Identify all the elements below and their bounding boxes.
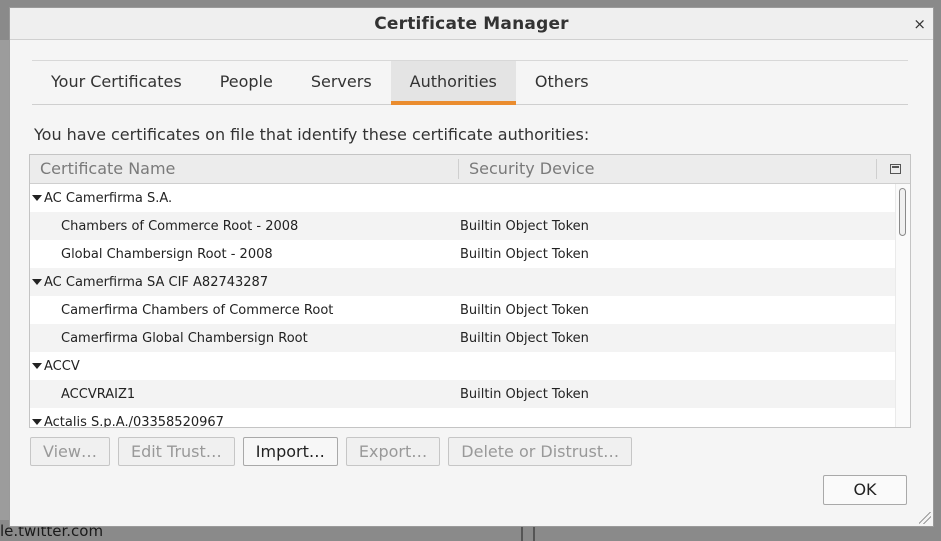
scrollbar-thumb[interactable] — [899, 188, 906, 236]
tree-row-device: Builtin Object Token — [460, 218, 589, 234]
tree-row[interactable]: Camerfirma Global Chambersign Root Built… — [30, 324, 896, 352]
delete-or-distrust-button[interactable]: Delete or Distrust… — [448, 437, 633, 466]
twisty-expanded-icon[interactable] — [32, 278, 42, 285]
tree-row-device: Builtin Object Token — [460, 246, 589, 262]
tree-row-name: Chambers of Commerce Root - 2008 — [61, 218, 299, 234]
tree-row[interactable]: Chambers of Commerce Root - 2008 Builtin… — [30, 212, 896, 240]
edit-trust-button[interactable]: Edit Trust… — [117, 437, 235, 466]
twisty-expanded-icon[interactable] — [32, 194, 42, 201]
tree-row-device: Builtin Object Token — [460, 386, 589, 402]
dialog-titlebar[interactable]: Certificate Manager × — [10, 8, 933, 40]
column-header-security-device[interactable]: Security Device — [459, 159, 877, 179]
view-button[interactable]: View… — [30, 437, 110, 466]
tree-row-device: Builtin Object Token — [460, 302, 589, 318]
column-picker-icon[interactable] — [890, 164, 901, 174]
tree-row-name: AC Camerfirma SA CIF A82743287 — [44, 274, 269, 290]
tree-row[interactable]: Global Chambersign Root - 2008 Builtin O… — [30, 240, 896, 268]
tree-row[interactable]: Camerfirma Chambers of Commerce Root Bui… — [30, 296, 896, 324]
background-divider — [533, 527, 535, 541]
close-icon[interactable]: × — [913, 15, 926, 33]
resize-grip-icon[interactable] — [919, 512, 931, 524]
import-button[interactable]: Import… — [242, 437, 338, 466]
twisty-expanded-icon[interactable] — [32, 362, 42, 369]
tree-row[interactable]: AC Camerfirma SA CIF A82743287 — [30, 268, 896, 296]
tree-row[interactable]: Actalis S.p.A./03358520967 — [30, 408, 896, 428]
tab-people[interactable]: People — [201, 61, 292, 104]
export-button[interactable]: Export… — [345, 437, 441, 466]
certificate-tree[interactable]: Certificate Name Security Device AC Came… — [29, 154, 911, 428]
certificate-manager-dialog: Certificate Manager × Your Certificates … — [9, 7, 934, 527]
column-header-certificate-name[interactable]: Certificate Name — [30, 159, 459, 179]
tree-row-device: Builtin Object Token — [460, 330, 589, 346]
tab-servers[interactable]: Servers — [292, 61, 391, 104]
tab-authorities[interactable]: Authorities — [390, 61, 517, 105]
tree-row[interactable]: ACCVRAIZ1 Builtin Object Token — [30, 380, 896, 408]
ok-button[interactable]: OK — [823, 475, 907, 505]
tree-row[interactable]: ACCV — [30, 352, 896, 380]
tab-your-certificates[interactable]: Your Certificates — [32, 61, 201, 104]
tree-rows: AC Camerfirma S.A. Chambers of Commerce … — [30, 184, 896, 428]
tree-row-name: ACCV — [44, 358, 80, 374]
tab-others[interactable]: Others — [516, 61, 608, 104]
dialog-title: Certificate Manager — [374, 14, 569, 34]
tree-row-name: Camerfirma Global Chambersign Root — [61, 330, 308, 346]
tree-scrollbar[interactable] — [895, 184, 910, 427]
background-divider — [521, 527, 523, 541]
tree-row-name: Camerfirma Chambers of Commerce Root — [61, 302, 334, 318]
action-buttons: View… Edit Trust… Import… Export… Delete… — [30, 437, 633, 466]
tree-row[interactable]: AC Camerfirma S.A. — [30, 184, 896, 212]
tree-row-name: AC Camerfirma S.A. — [44, 190, 173, 206]
twisty-expanded-icon[interactable] — [32, 418, 42, 425]
authorities-description: You have certificates on file that ident… — [34, 125, 590, 144]
tree-row-name: Actalis S.p.A./03358520967 — [44, 414, 224, 428]
tab-bar: Your Certificates People Servers Authori… — [32, 60, 908, 105]
tree-row-name: ACCVRAIZ1 — [61, 386, 136, 402]
tree-header: Certificate Name Security Device — [30, 155, 910, 184]
dialog-content: Your Certificates People Servers Authori… — [29, 60, 911, 466]
tree-row-name: Global Chambersign Root - 2008 — [61, 246, 273, 262]
